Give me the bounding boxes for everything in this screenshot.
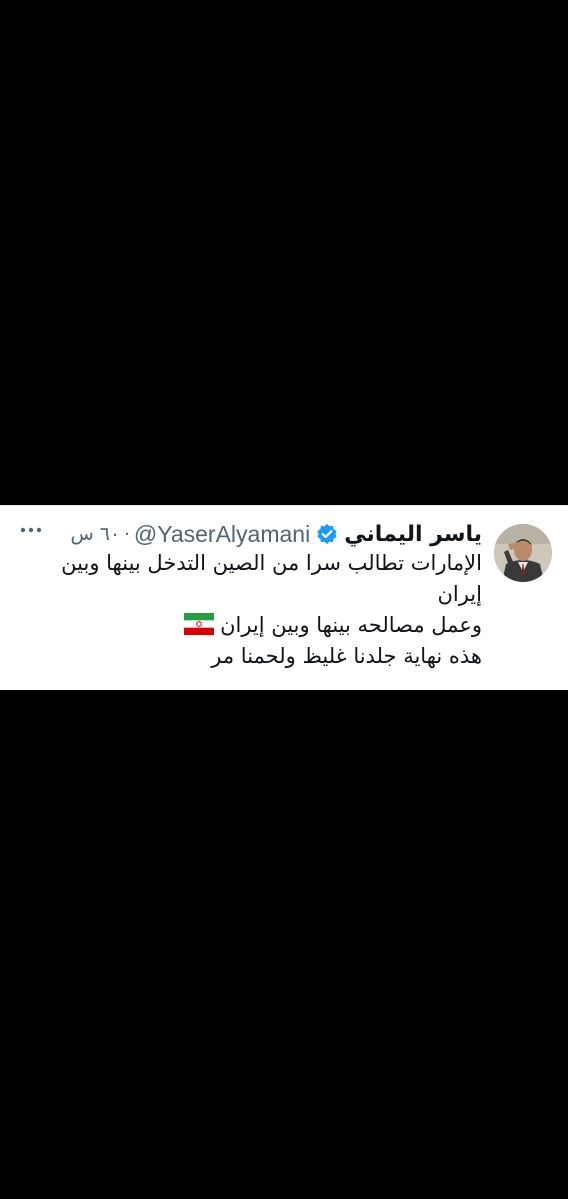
separator-dot: · [124, 523, 130, 545]
display-name[interactable]: ياسر اليماني [344, 522, 482, 547]
tweet-line-1: الإمارات تطالب سرا من الصين التدخل بينها… [61, 551, 482, 575]
verified-badge-icon [316, 523, 338, 545]
tweet-header: ياسر اليماني @YaserAlyamani · ٦٠ س [70, 516, 482, 552]
avatar-image [494, 524, 552, 582]
tweet-card[interactable]: ياسر اليماني @YaserAlyamani · ٦٠ س الإما… [0, 505, 568, 690]
user-handle[interactable]: @YaserAlyamani [134, 521, 310, 548]
tweet-line-2: إيران [437, 582, 482, 606]
more-options-icon[interactable] [18, 522, 44, 538]
tweet-line-3-text: وعمل مصالحه بينها وبين إيران [220, 613, 482, 637]
iran-flag-icon [184, 613, 215, 635]
tweet-line-4: هذه نهاية جلدنا غليظ ولحمنا مر [211, 644, 482, 668]
timestamp[interactable]: ٦٠ س [70, 523, 120, 545]
avatar[interactable] [494, 524, 552, 582]
tweet-text: الإمارات تطالب سرا من الصين التدخل بينها… [42, 548, 482, 672]
tweet-line-3: وعمل مصالحه بينها وبين إيران [42, 610, 482, 641]
